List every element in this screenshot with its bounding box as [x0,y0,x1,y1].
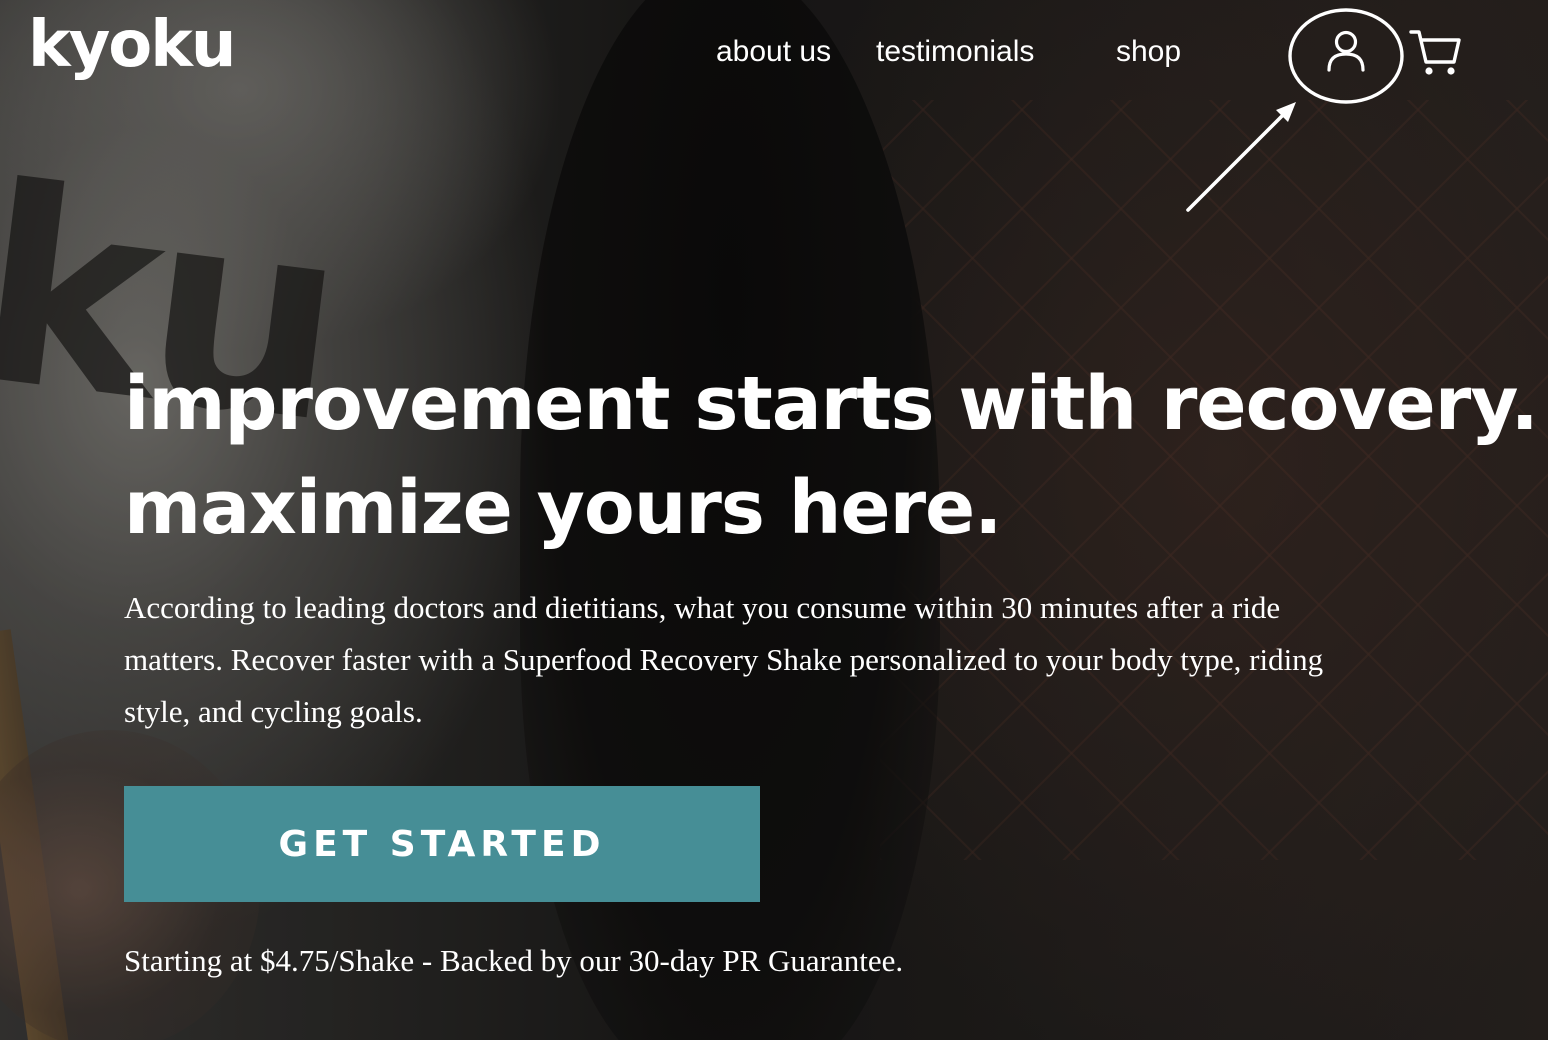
nav-about-us[interactable]: about us [716,34,831,70]
nav-shop[interactable]: shop [1116,34,1181,70]
annotation-circle-arrow [1186,8,1404,212]
hero-description: According to leading doctors and dietiti… [124,590,1324,729]
nav-testimonials[interactable]: testimonials [876,34,1034,70]
pricing-note: Starting at $4.75/Shake - Backed by our … [124,943,904,978]
brand-logo[interactable]: kyoku [28,10,236,81]
hero-headline-line-2: maximize yours here. [124,465,1002,551]
get-started-button[interactable]: GET STARTED [124,786,760,902]
hero-section: ku kyoku about us testimonials shop impr… [0,0,1548,1040]
hero-headline-line-1: improvement starts with recovery. [124,361,1539,447]
hero-headline: improvement starts with recovery. maximi… [124,352,1539,560]
